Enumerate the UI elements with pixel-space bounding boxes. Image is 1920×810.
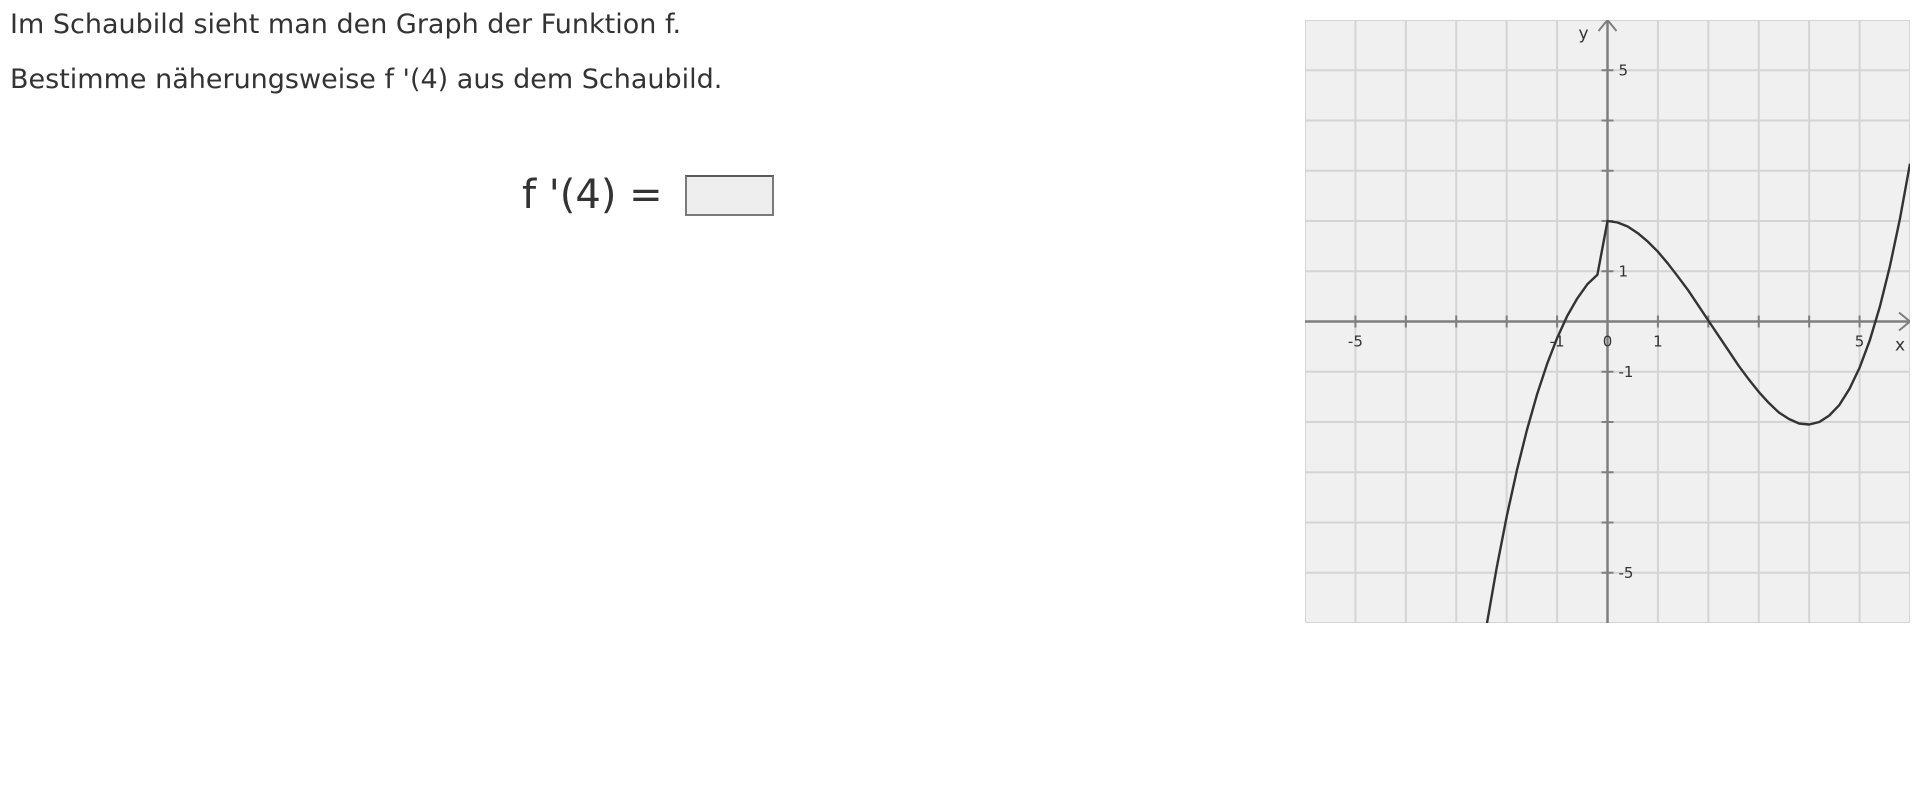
x-tick-label: 0: [1603, 333, 1613, 351]
task-statement: Im Schaubild sieht man den Graph der Fun…: [10, 9, 682, 40]
y-tick-label: 1: [1619, 262, 1629, 280]
answer-input[interactable]: [684, 174, 774, 216]
answer-label: f '(4) =: [522, 172, 663, 218]
task-text: Im Schaubild sieht man den Graph der Fun…: [10, 10, 722, 95]
task-question: Bestimme näherungsweise f '(4) aus dem S…: [10, 64, 723, 95]
x-tick-label: -5: [1348, 333, 1363, 351]
y-tick-label: 5: [1619, 61, 1629, 79]
function-graph-chart: -5 -1 0 1 5 5 1 -1 -5 x y: [1305, 20, 1910, 623]
x-tick-label: -1: [1550, 333, 1565, 351]
y-axis-label: y: [1578, 24, 1588, 44]
x-axis-label: x: [1895, 336, 1905, 356]
x-tick-label: 5: [1855, 333, 1865, 351]
y-tick-label: -5: [1619, 564, 1634, 582]
x-tick-label: 1: [1653, 333, 1663, 351]
y-tick-label: -1: [1619, 363, 1634, 381]
answer-row: f '(4) =: [522, 172, 774, 218]
function-graph: -5 -1 0 1 5 5 1 -1 -5 x y: [1305, 20, 1910, 623]
